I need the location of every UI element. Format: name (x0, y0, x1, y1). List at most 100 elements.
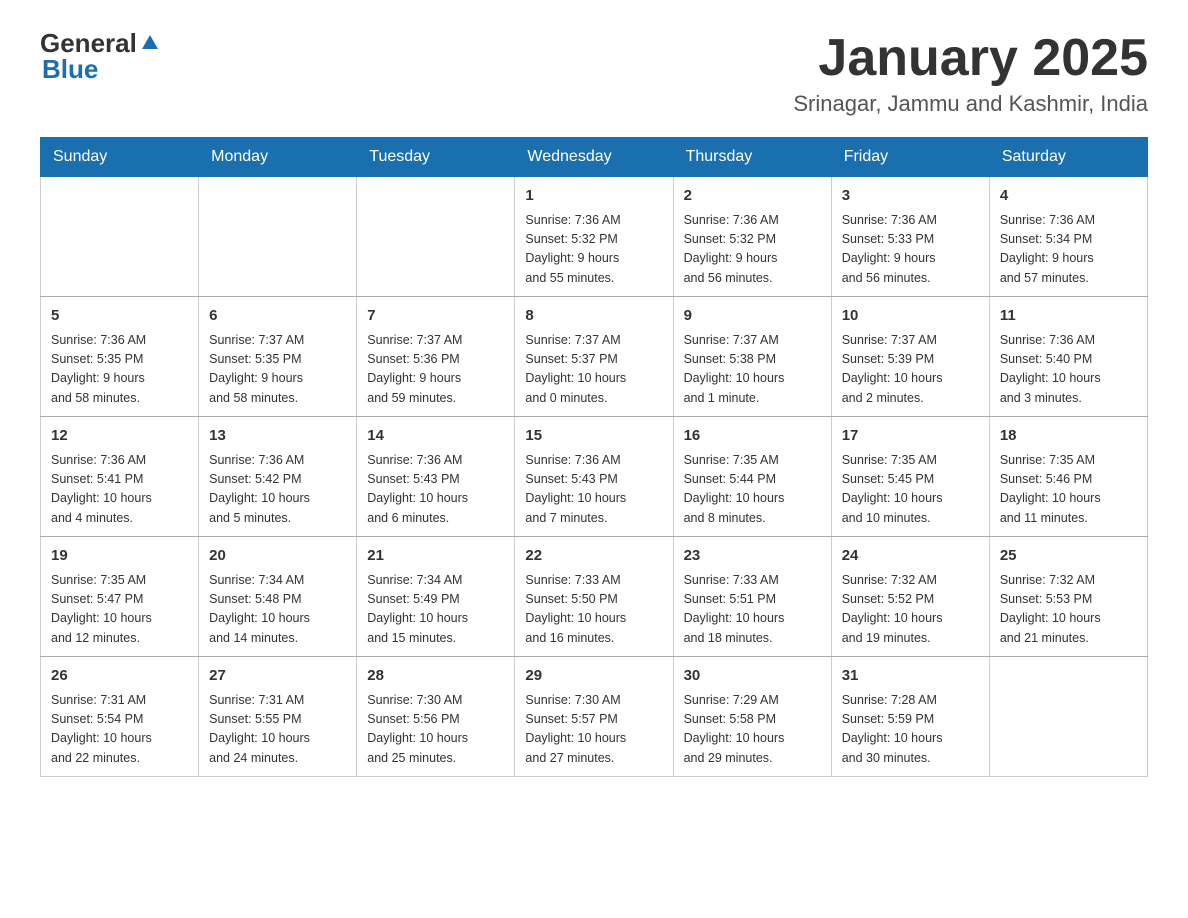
calendar-empty-cell (41, 177, 199, 297)
day-number: 19 (51, 545, 188, 568)
logo: General Blue (40, 30, 161, 82)
calendar-day-cell: 18 Sunrise: 7:35 AM Sunset: 5:46 PM Dayli… (989, 417, 1147, 537)
day-number: 30 (684, 665, 821, 688)
column-header-tuesday: Tuesday (357, 138, 515, 177)
calendar-day-cell: 24 Sunrise: 7:32 AM Sunset: 5:52 PM Dayli… (831, 537, 989, 657)
day-info: Sunrise: 7:31 AM Sunset: 5:54 PM Dayligh… (51, 691, 188, 769)
calendar-empty-cell (357, 177, 515, 297)
day-info: Sunrise: 7:29 AM Sunset: 5:58 PM Dayligh… (684, 691, 821, 769)
day-number: 29 (525, 665, 662, 688)
title-section: January 2025 Srinagar, Jammu and Kashmir… (793, 30, 1148, 117)
calendar-day-cell: 19 Sunrise: 7:35 AM Sunset: 5:47 PM Dayli… (41, 537, 199, 657)
column-header-wednesday: Wednesday (515, 138, 673, 177)
day-number: 9 (684, 305, 821, 328)
day-info: Sunrise: 7:32 AM Sunset: 5:52 PM Dayligh… (842, 571, 979, 649)
calendar-empty-cell (989, 657, 1147, 777)
calendar-day-cell: 11 Sunrise: 7:36 AM Sunset: 5:40 PM Dayli… (989, 297, 1147, 417)
page-header: General Blue January 2025 Srinagar, Jamm… (40, 30, 1148, 117)
day-info: Sunrise: 7:33 AM Sunset: 5:50 PM Dayligh… (525, 571, 662, 649)
calendar-day-cell: 8 Sunrise: 7:37 AM Sunset: 5:37 PM Daylig… (515, 297, 673, 417)
calendar-day-cell: 15 Sunrise: 7:36 AM Sunset: 5:43 PM Dayli… (515, 417, 673, 537)
day-info: Sunrise: 7:36 AM Sunset: 5:34 PM Dayligh… (1000, 211, 1137, 289)
calendar-day-cell: 3Sunrise: 7:36 AM Sunset: 5:33 PM Daylig… (831, 177, 989, 297)
day-number: 1 (525, 185, 662, 208)
day-info: Sunrise: 7:37 AM Sunset: 5:38 PM Dayligh… (684, 331, 821, 409)
calendar-day-cell: 1Sunrise: 7:36 AM Sunset: 5:32 PM Daylig… (515, 177, 673, 297)
calendar-week-row: 1 Sunrise: 7:36 AM Sunset: 5:32 PM Daylig… (41, 177, 1148, 297)
day-number: 4 (1000, 185, 1137, 208)
day-number: 2 (684, 185, 821, 208)
day-number: 23 (684, 545, 821, 568)
day-info: Sunrise: 7:36 AM Sunset: 5:32 PM Dayligh… (684, 211, 821, 289)
day-number: 11 (1000, 305, 1137, 328)
day-number: 3 (842, 185, 979, 208)
day-info: Sunrise: 7:36 AM Sunset: 5:43 PM Dayligh… (525, 451, 662, 529)
calendar-day-cell: 17Sunrise: 7:35 AM Sunset: 5:45 PM Dayli… (831, 417, 989, 537)
day-number: 27 (209, 665, 346, 688)
calendar-day-cell: 20 Sunrise: 7:34 AM Sunset: 5:48 PM Dayli… (199, 537, 357, 657)
day-number: 12 (51, 425, 188, 448)
day-number: 6 (209, 305, 346, 328)
calendar-day-cell: 10 Sunrise: 7:37 AM Sunset: 5:39 PM Dayli… (831, 297, 989, 417)
day-number: 22 (525, 545, 662, 568)
calendar-week-row: 26 Sunrise: 7:31 AM Sunset: 5:54 PM Dayli… (41, 657, 1148, 777)
day-number: 21 (367, 545, 504, 568)
day-number: 31 (842, 665, 979, 688)
calendar-day-cell: 26 Sunrise: 7:31 AM Sunset: 5:54 PM Dayli… (41, 657, 199, 777)
calendar-day-cell: 14 Sunrise: 7:36 AM Sunset: 5:43 PM Dayli… (357, 417, 515, 537)
calendar-day-cell: 29 Sunrise: 7:30 AM Sunset: 5:57 PM Dayli… (515, 657, 673, 777)
day-number: 5 (51, 305, 188, 328)
calendar-day-cell: 12Sunrise: 7:36 AM Sunset: 5:41 PM Dayli… (41, 417, 199, 537)
calendar-day-cell: 22 Sunrise: 7:33 AM Sunset: 5:50 PM Dayli… (515, 537, 673, 657)
calendar-day-cell: 23 Sunrise: 7:33 AM Sunset: 5:51 PM Dayli… (673, 537, 831, 657)
day-info: Sunrise: 7:36 AM Sunset: 5:40 PM Dayligh… (1000, 331, 1137, 409)
day-number: 13 (209, 425, 346, 448)
day-number: 7 (367, 305, 504, 328)
day-info: Sunrise: 7:35 AM Sunset: 5:45 PM Dayligh… (842, 451, 979, 529)
day-info: Sunrise: 7:34 AM Sunset: 5:49 PM Dayligh… (367, 571, 504, 649)
day-info: Sunrise: 7:37 AM Sunset: 5:37 PM Dayligh… (525, 331, 662, 409)
calendar-week-row: 12Sunrise: 7:36 AM Sunset: 5:41 PM Dayli… (41, 417, 1148, 537)
day-info: Sunrise: 7:36 AM Sunset: 5:43 PM Dayligh… (367, 451, 504, 529)
calendar-week-row: 19 Sunrise: 7:35 AM Sunset: 5:47 PM Dayli… (41, 537, 1148, 657)
logo-blue-text: Blue (42, 56, 161, 82)
calendar-day-cell: 5Sunrise: 7:36 AM Sunset: 5:35 PM Daylig… (41, 297, 199, 417)
calendar-day-cell: 7 Sunrise: 7:37 AM Sunset: 5:36 PM Daylig… (357, 297, 515, 417)
calendar-day-cell: 28 Sunrise: 7:30 AM Sunset: 5:56 PM Dayli… (357, 657, 515, 777)
calendar-week-row: 5Sunrise: 7:36 AM Sunset: 5:35 PM Daylig… (41, 297, 1148, 417)
day-number: 28 (367, 665, 504, 688)
day-info: Sunrise: 7:35 AM Sunset: 5:46 PM Dayligh… (1000, 451, 1137, 529)
day-number: 18 (1000, 425, 1137, 448)
calendar-day-cell: 30 Sunrise: 7:29 AM Sunset: 5:58 PM Dayli… (673, 657, 831, 777)
day-info: Sunrise: 7:37 AM Sunset: 5:36 PM Dayligh… (367, 331, 504, 409)
calendar-day-cell: 31Sunrise: 7:28 AM Sunset: 5:59 PM Dayli… (831, 657, 989, 777)
day-info: Sunrise: 7:35 AM Sunset: 5:44 PM Dayligh… (684, 451, 821, 529)
column-header-saturday: Saturday (989, 138, 1147, 177)
day-info: Sunrise: 7:30 AM Sunset: 5:57 PM Dayligh… (525, 691, 662, 769)
day-number: 8 (525, 305, 662, 328)
calendar-day-cell: 2 Sunrise: 7:36 AM Sunset: 5:32 PM Daylig… (673, 177, 831, 297)
calendar-day-cell: 21 Sunrise: 7:34 AM Sunset: 5:49 PM Dayli… (357, 537, 515, 657)
calendar-day-cell: 16Sunrise: 7:35 AM Sunset: 5:44 PM Dayli… (673, 417, 831, 537)
calendar-day-cell: 4 Sunrise: 7:36 AM Sunset: 5:34 PM Daylig… (989, 177, 1147, 297)
day-number: 24 (842, 545, 979, 568)
day-number: 15 (525, 425, 662, 448)
day-number: 20 (209, 545, 346, 568)
day-info: Sunrise: 7:30 AM Sunset: 5:56 PM Dayligh… (367, 691, 504, 769)
day-info: Sunrise: 7:37 AM Sunset: 5:39 PM Dayligh… (842, 331, 979, 409)
calendar-header-row: SundayMondayTuesdayWednesdayThursdayFrid… (41, 138, 1148, 177)
day-number: 10 (842, 305, 979, 328)
day-info: Sunrise: 7:35 AM Sunset: 5:47 PM Dayligh… (51, 571, 188, 649)
day-number: 26 (51, 665, 188, 688)
day-info: Sunrise: 7:34 AM Sunset: 5:48 PM Dayligh… (209, 571, 346, 649)
day-info: Sunrise: 7:37 AM Sunset: 5:35 PM Dayligh… (209, 331, 346, 409)
column-header-friday: Friday (831, 138, 989, 177)
column-header-thursday: Thursday (673, 138, 831, 177)
calendar-day-cell: 9 Sunrise: 7:37 AM Sunset: 5:38 PM Daylig… (673, 297, 831, 417)
location-title: Srinagar, Jammu and Kashmir, India (793, 91, 1148, 117)
day-info: Sunrise: 7:36 AM Sunset: 5:42 PM Dayligh… (209, 451, 346, 529)
day-info: Sunrise: 7:33 AM Sunset: 5:51 PM Dayligh… (684, 571, 821, 649)
day-number: 14 (367, 425, 504, 448)
calendar-day-cell: 13 Sunrise: 7:36 AM Sunset: 5:42 PM Dayli… (199, 417, 357, 537)
calendar-table: SundayMondayTuesdayWednesdayThursdayFrid… (40, 137, 1148, 777)
